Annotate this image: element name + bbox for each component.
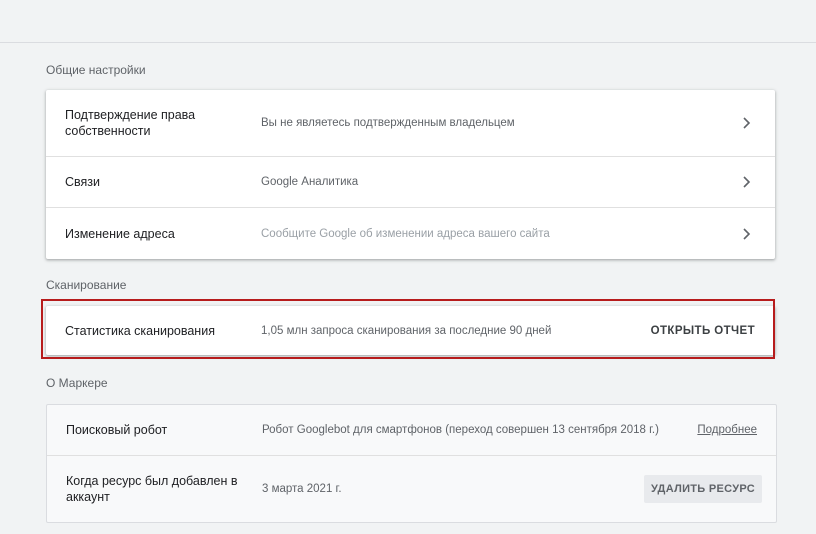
row-date-added: Когда ресурс был добавлен в аккаунт 3 ма… <box>47 456 776 522</box>
row-crawler: Поисковый робот Робот Googlebot для смар… <box>47 405 776 456</box>
row-associations[interactable]: Связи Google Аналитика <box>46 157 775 208</box>
row-value: Робот Googlebot для смартфонов (переход … <box>262 424 659 436</box>
section-title-crawling: Сканирование <box>46 278 127 292</box>
chevron-right-icon <box>739 175 753 189</box>
chevron-right-icon <box>739 116 753 130</box>
row-value: Вы не являетесь подтвержденным владельце… <box>261 117 515 129</box>
learn-more-link[interactable]: Подробнее <box>697 424 757 436</box>
row-value: Google Аналитика <box>261 176 359 188</box>
row-value: Сообщите Google об изменении адреса ваше… <box>261 227 550 240</box>
general-settings-card: Подтверждение права собственности Вы не … <box>46 90 775 259</box>
row-label: Изменение адреса <box>65 226 175 241</box>
row-label: Поисковый робот <box>66 423 168 437</box>
about-card: Поисковый робот Робот Googlebot для смар… <box>46 404 777 523</box>
row-change-of-address[interactable]: Изменение адреса Сообщите Google об изме… <box>46 208 775 259</box>
delete-property-button[interactable]: УДАЛИТЬ РЕСУРС <box>643 475 762 503</box>
row-label: Связи <box>65 175 101 189</box>
row-value: 3 марта 2021 г. <box>262 483 342 495</box>
section-title-general: Общие настройки <box>46 63 146 77</box>
top-bar <box>0 0 816 43</box>
section-title-about: О Маркере <box>46 376 108 390</box>
row-label: Когда ресурс был добавлен в аккаунт <box>66 474 238 504</box>
row-label: Подтверждение права собственности <box>65 108 196 138</box>
chevron-right-icon <box>739 227 753 241</box>
row-ownership-verification[interactable]: Подтверждение права собственности Вы не … <box>46 90 775 157</box>
highlight-frame <box>41 299 775 359</box>
